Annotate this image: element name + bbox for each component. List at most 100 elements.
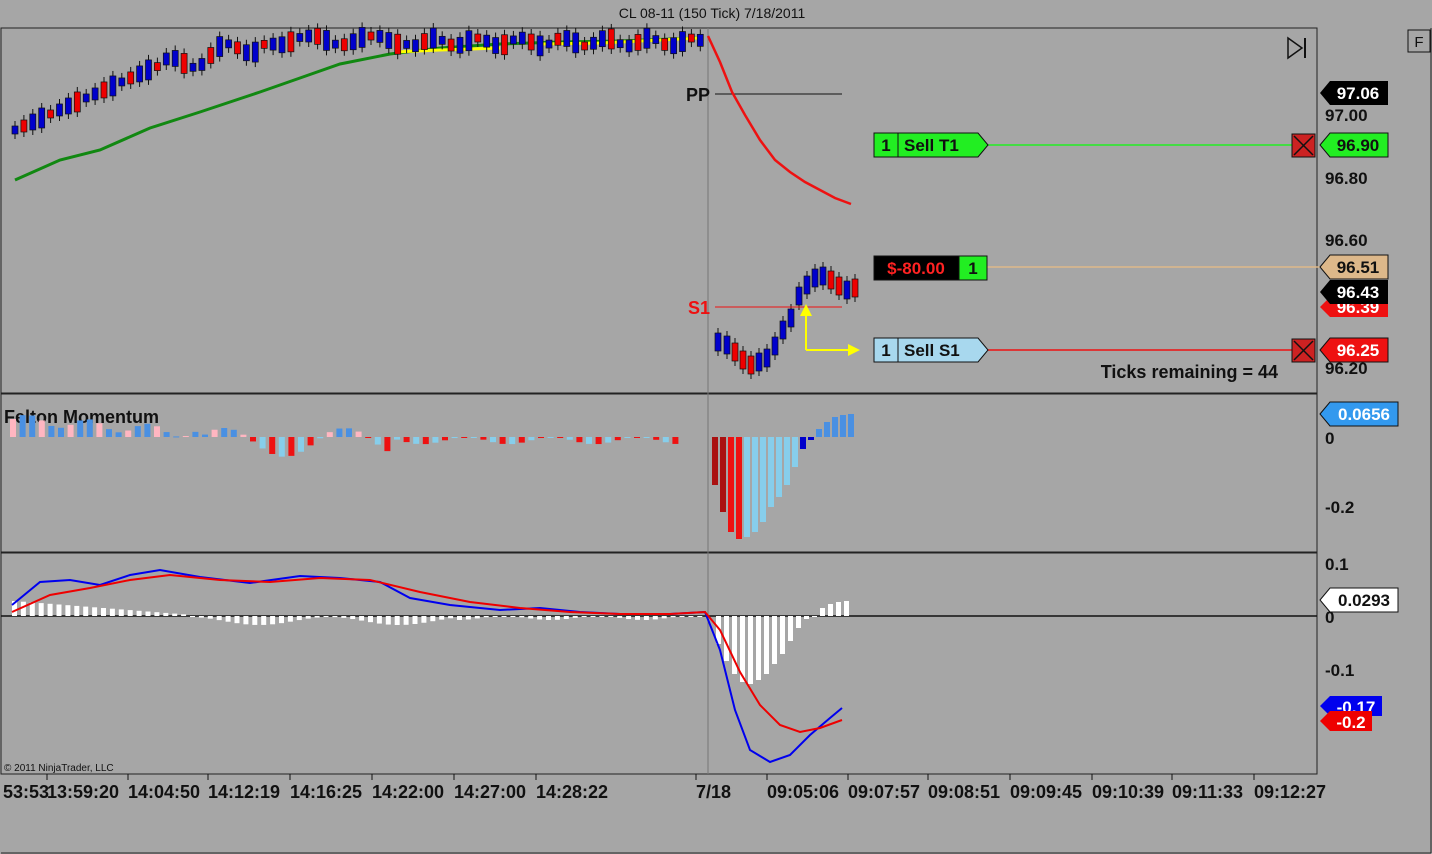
macd-hist-bar: [56, 604, 62, 616]
momentum-bar: [461, 437, 468, 438]
candle-body: [527, 33, 535, 51]
time-axis-label: 09:12:27: [1254, 782, 1326, 802]
momentum-bar: [816, 429, 822, 437]
momentum-bar: [768, 437, 774, 507]
time-axis-label: 09:05:06: [767, 782, 839, 802]
momentum-bar: [19, 415, 26, 437]
momentum-bar: [662, 437, 669, 443]
candle-body: [563, 30, 571, 47]
momentum-bar: [106, 429, 112, 437]
macd-hist-bar: [47, 603, 53, 616]
momentum-bar: [643, 437, 650, 438]
macd-hist-bar: [243, 616, 249, 625]
momentum-bar: [230, 429, 237, 437]
macd-axis-label: 0.1: [1325, 555, 1349, 574]
macd-hist-bar: [136, 610, 142, 616]
macd-hist-bar: [563, 616, 569, 619]
momentum-bar: [250, 437, 256, 442]
macd-hist-bar: [608, 616, 614, 617]
sell-s1-order[interactable]: 1 Sell S1: [873, 337, 989, 363]
candle-body: [367, 31, 375, 41]
macd-hist-bar: [20, 601, 26, 616]
momentum-bar: [48, 425, 55, 437]
time-axis[interactable]: 53:5313:59:20 14:04:50 14:12:19 14:16:25 14:…: [3, 774, 1326, 802]
macd-hist-bar: [510, 616, 516, 617]
macd-hist-bar: [820, 608, 825, 616]
candle-body: [109, 75, 117, 97]
position-pnl-tag[interactable]: $-80.00 1: [873, 255, 988, 281]
f-button-label: F: [1414, 34, 1423, 51]
macd-hist-bar: [332, 616, 338, 618]
candle-body: [739, 350, 747, 370]
time-axis-label: 14:16:25: [290, 782, 362, 802]
macd-hist-bar: [145, 611, 151, 616]
momentum-bar: [480, 437, 487, 440]
momentum-bar: [605, 437, 612, 443]
macd-hist-bar: [412, 616, 418, 625]
momentum-bar: [278, 437, 285, 457]
macd-hist-bar: [448, 616, 454, 619]
sell-t1-order[interactable]: 1 Sell T1: [873, 132, 989, 158]
cancel-target-button[interactable]: [1291, 133, 1316, 158]
price-panel-frame[interactable]: [0, 27, 1318, 394]
candle-body: [225, 39, 232, 49]
momentum-bar: [77, 420, 84, 437]
momentum-bar: [518, 437, 525, 443]
candle-body: [572, 32, 580, 54]
momentum-bar: [336, 428, 343, 437]
macd-hist-bar: [101, 608, 106, 616]
momentum-bar: [538, 437, 544, 439]
macd-hist-bar: [688, 616, 694, 617]
macd-axis-label: -0.1: [1325, 661, 1354, 680]
candle-body: [180, 53, 188, 74]
momentum-bar: [728, 437, 734, 532]
candle-body: [323, 30, 330, 51]
macd-hist-bar: [207, 616, 213, 619]
yellow-trend-line: [394, 46, 501, 54]
candle-body: [56, 103, 63, 117]
chart-area[interactable]: CL 08-11 (150 Tick) 7/18/2011 F PP S1 1 …: [0, 0, 1432, 854]
momentum-bar: [240, 434, 247, 437]
macd-hist-bar: [546, 616, 551, 620]
momentum-bar: [317, 437, 324, 439]
momentum-bar: [125, 430, 132, 437]
time-axis-label: 14:22:00: [372, 782, 444, 802]
candle-body: [11, 125, 19, 135]
candle-body: [581, 41, 588, 51]
position-qty: 1: [968, 259, 977, 278]
candle-body: [747, 355, 755, 375]
candle-body: [661, 38, 669, 51]
candle-body: [358, 27, 366, 48]
momentum-bar: [557, 437, 564, 438]
candles-prior-session: [11, 22, 704, 139]
candle-body: [207, 47, 215, 64]
skip-to-end-button[interactable]: [1287, 36, 1306, 60]
macd-hist-bar: [679, 616, 685, 617]
momentum-bar: [374, 437, 381, 445]
candle-body: [590, 36, 597, 50]
candle-body: [616, 39, 624, 49]
momentum-bar: [528, 437, 535, 441]
momentum-bar: [432, 437, 439, 443]
momentum-bar: [202, 434, 208, 437]
macd-hist-bar: [359, 616, 365, 621]
momentum-bar: [614, 437, 621, 441]
momentum-bar: [840, 415, 846, 437]
macd-hist-bar: [572, 616, 578, 618]
macd-hist-bar: [287, 616, 293, 622]
momentum-bar: [86, 419, 93, 437]
macd-hist-bar: [804, 616, 809, 619]
candle-body: [518, 31, 526, 45]
candle-body: [510, 35, 517, 45]
macd-hist-bar: [457, 616, 462, 620]
time-axis-label: 14:04:50: [128, 782, 200, 802]
macd-hist-bar: [83, 606, 89, 616]
momentum-bar: [760, 437, 766, 522]
macd-panel-frame[interactable]: [0, 552, 1318, 775]
candle-body: [20, 119, 28, 133]
momentum-axis-label: -0.2: [1325, 498, 1354, 517]
f-button[interactable]: F: [1407, 29, 1431, 53]
cancel-stop-button[interactable]: [1291, 338, 1316, 363]
momentum-panel-frame[interactable]: [0, 393, 1318, 553]
svg-text:0.0656: 0.0656: [1338, 405, 1390, 424]
